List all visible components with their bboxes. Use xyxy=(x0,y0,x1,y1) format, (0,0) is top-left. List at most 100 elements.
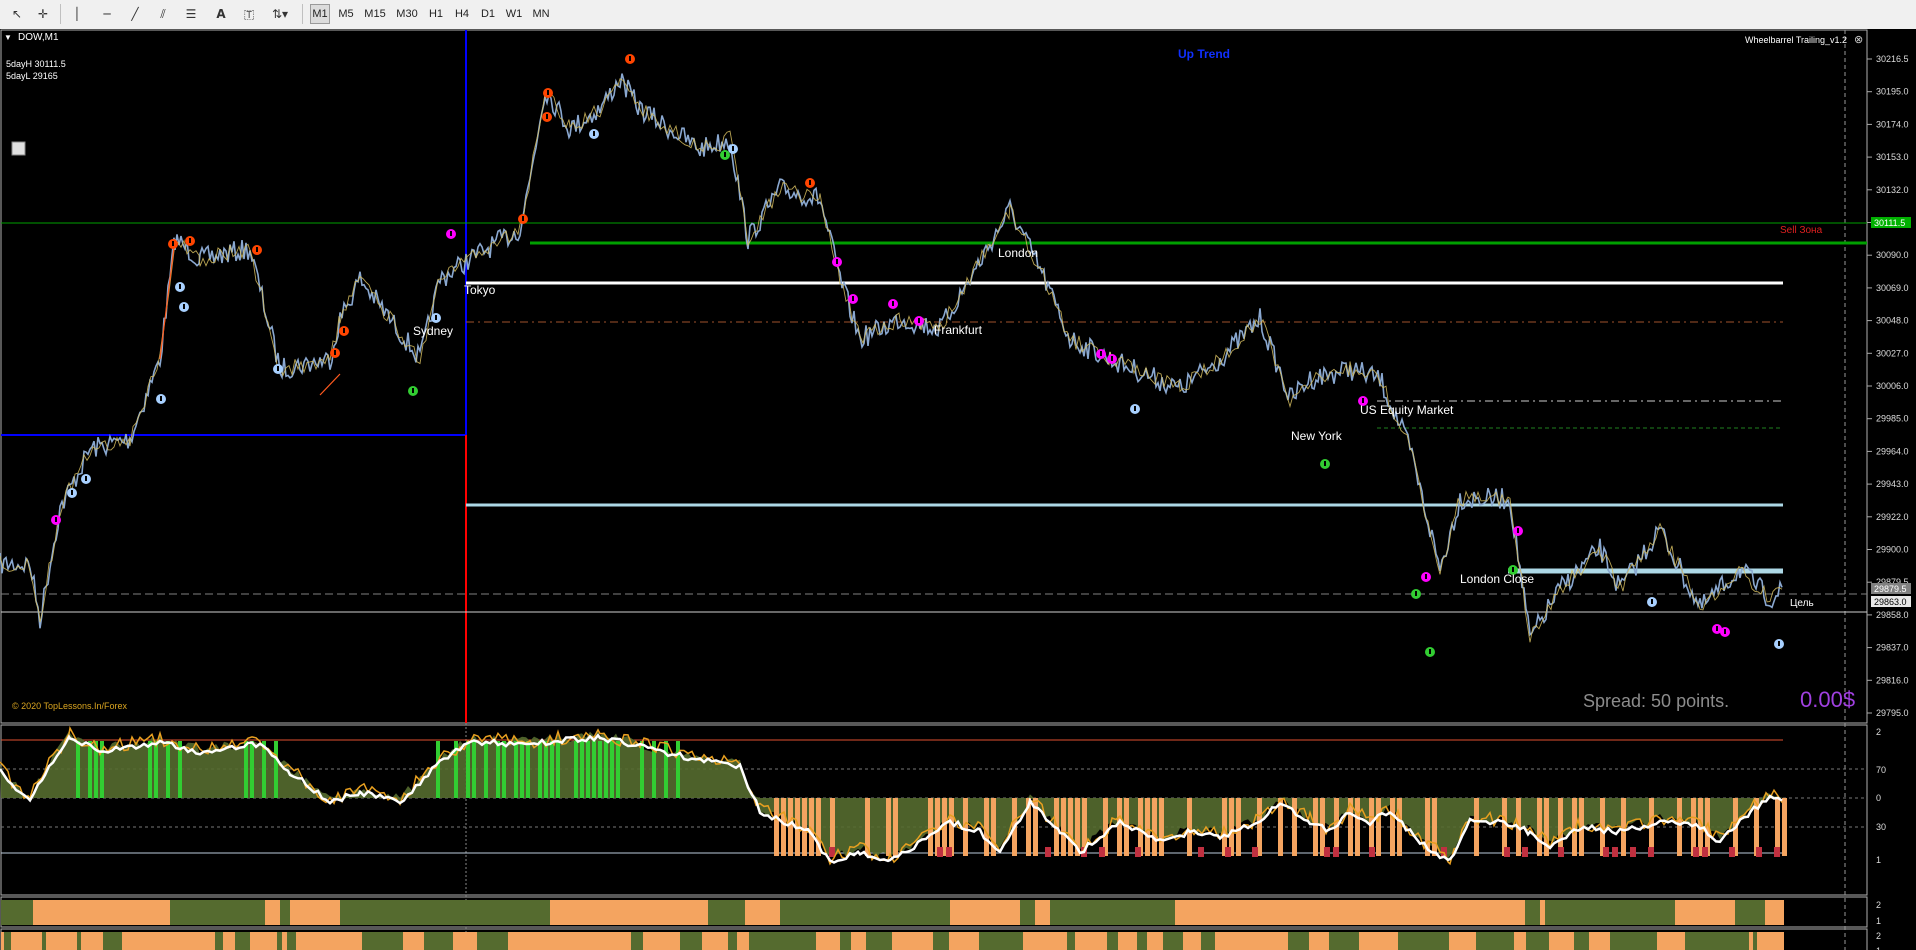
price-tick-label: 30006.0 xyxy=(1876,381,1909,391)
session-london: London xyxy=(998,246,1038,260)
osc-green-bar xyxy=(610,741,614,798)
bar-panel-1-segment xyxy=(340,900,550,925)
toolbar-separator xyxy=(60,4,61,24)
bar-panel-2-segment xyxy=(11,932,17,950)
bar-panel-2-segment xyxy=(122,932,137,950)
osc-green-bar xyxy=(148,741,152,798)
timeframe-d1[interactable]: D1 xyxy=(478,4,498,24)
signal-marker-glyph xyxy=(334,350,336,355)
bar-panel-2-segment xyxy=(440,932,453,950)
timeframe-h1[interactable]: H1 xyxy=(426,4,446,24)
bar-panel-2-segment xyxy=(1449,932,1464,950)
bar-panel-2-segment xyxy=(949,932,963,950)
signal-marker-glyph xyxy=(71,490,73,495)
bar-panel-2-segment xyxy=(1037,932,1050,950)
fibonacci-icon[interactable]: ☰ xyxy=(180,3,202,25)
bar-panel-2-segment xyxy=(1329,932,1347,950)
bar-panel-2-segment xyxy=(892,932,910,950)
bar-panel-2-segment xyxy=(235,932,250,950)
bar-panel-1-segment xyxy=(1545,900,1675,925)
osc-green-bar xyxy=(544,741,548,798)
timeframe-m1[interactable]: M1 xyxy=(310,4,330,24)
current-price-badge-text: 29863.0 xyxy=(1874,597,1907,607)
horizontal-line-icon[interactable]: ─ xyxy=(96,3,118,25)
price-tick-label: 30216.5 xyxy=(1876,54,1909,64)
signal-marker-glyph xyxy=(256,247,258,252)
bar-panel-2-segment xyxy=(631,932,643,950)
signal-marker-glyph xyxy=(1429,649,1431,654)
osc-red-mark xyxy=(1648,847,1654,857)
signal-marker-glyph xyxy=(1778,641,1780,646)
price-tick-label: 29943.0 xyxy=(1876,479,1909,489)
signal-marker-glyph xyxy=(892,301,894,306)
price-tick-label: 29922.0 xyxy=(1876,512,1909,522)
price-tick-label: 29858.0 xyxy=(1876,610,1909,620)
osc-red-mark xyxy=(1702,847,1708,857)
bar-panel-2-segment xyxy=(453,932,477,950)
panel-toggle-button[interactable] xyxy=(11,141,26,156)
osc-red-mark xyxy=(1612,847,1618,857)
osc-red-mark xyxy=(1252,847,1258,857)
bar-panel-2-segment xyxy=(689,932,702,950)
timeframe-w1[interactable]: W1 xyxy=(504,4,524,24)
bar-panel-2-segment xyxy=(527,932,545,950)
indicator-close-icon[interactable]: ⊗ xyxy=(1854,34,1863,46)
bar-panel-2-segment xyxy=(504,932,508,950)
bar-panel-2-segment xyxy=(702,932,728,950)
text-icon[interactable]: A xyxy=(210,3,232,25)
price-tick-label: 29964.0 xyxy=(1876,446,1909,456)
bar-panel-1-segment xyxy=(33,900,170,925)
signal-marker-glyph xyxy=(809,180,811,185)
bar-panel-2-segment xyxy=(1313,932,1322,950)
timeframe-h4[interactable]: H4 xyxy=(452,4,472,24)
bar-panel-1-segment xyxy=(1525,900,1540,925)
osc-green-bar xyxy=(166,741,170,798)
bar-panel-2-segment xyxy=(387,932,403,950)
bar-panel-2-segment xyxy=(594,932,607,950)
bar-panel-2-segment xyxy=(963,932,979,950)
bar-panel-2-segment xyxy=(81,932,103,950)
label-icon[interactable]: 🇹 xyxy=(238,3,260,25)
trendline-icon[interactable]: ╱ xyxy=(124,3,146,25)
signal-marker-glyph xyxy=(593,131,595,136)
osc-orange-bar xyxy=(1061,798,1066,856)
vertical-line-icon[interactable]: │ xyxy=(66,3,88,25)
cursor-icon[interactable]: ↖ xyxy=(6,3,28,25)
signal-marker-glyph xyxy=(1517,528,1519,533)
bar-panel-2-segment xyxy=(198,932,215,950)
bar-panel-2-segment xyxy=(137,932,150,950)
chart-canvas[interactable]: 30216.530195.030174.030153.030132.030111… xyxy=(0,29,1916,950)
osc-orange-bar xyxy=(984,798,989,856)
bar-panel-2-segment xyxy=(362,932,387,950)
bar-panel-2-segment xyxy=(1201,932,1215,950)
arrows-dropdown-icon[interactable]: ⇅▾ xyxy=(266,3,294,25)
osc-green-bar xyxy=(472,741,476,798)
bar-panel-1-segment xyxy=(1035,900,1050,925)
symbol-menu-icon[interactable]: ▼ xyxy=(4,33,12,42)
timeframe-m15[interactable]: M15 xyxy=(362,4,388,24)
bar-panel-2-segment xyxy=(1,932,4,950)
price-tick-label: 30090.0 xyxy=(1876,250,1909,260)
timeframe-m5[interactable]: M5 xyxy=(336,4,356,24)
bar-panel-1-segment xyxy=(780,900,950,925)
bar-panel-2-segment xyxy=(1775,932,1784,950)
channel-icon[interactable]: ⫽ xyxy=(152,3,174,25)
osc-orange-bar xyxy=(802,798,807,856)
osc-green-bar xyxy=(274,741,278,798)
bar-panel-2-segment xyxy=(1614,932,1620,950)
bar-panel-2-segment xyxy=(313,932,331,950)
bar-panel-1-segment xyxy=(950,900,1020,925)
osc-green-bar xyxy=(592,741,596,798)
bar-panel-2-segment xyxy=(477,932,485,950)
osc-red-mark xyxy=(1045,847,1051,857)
bar-panel-2-segment xyxy=(774,932,791,950)
timeframe-mn[interactable]: MN xyxy=(530,4,552,24)
timeframe-m30[interactable]: M30 xyxy=(394,4,420,24)
osc-orange-bar xyxy=(1292,798,1297,856)
crosshair-icon[interactable]: ✛ xyxy=(32,3,54,25)
bar-panel-2-segment xyxy=(508,932,517,950)
osc-red-mark xyxy=(1198,847,1204,857)
bar-panel-2-segment xyxy=(46,932,56,950)
bar-panel-1-segment xyxy=(1765,900,1784,925)
bar-panel-2-segment xyxy=(1122,932,1137,950)
